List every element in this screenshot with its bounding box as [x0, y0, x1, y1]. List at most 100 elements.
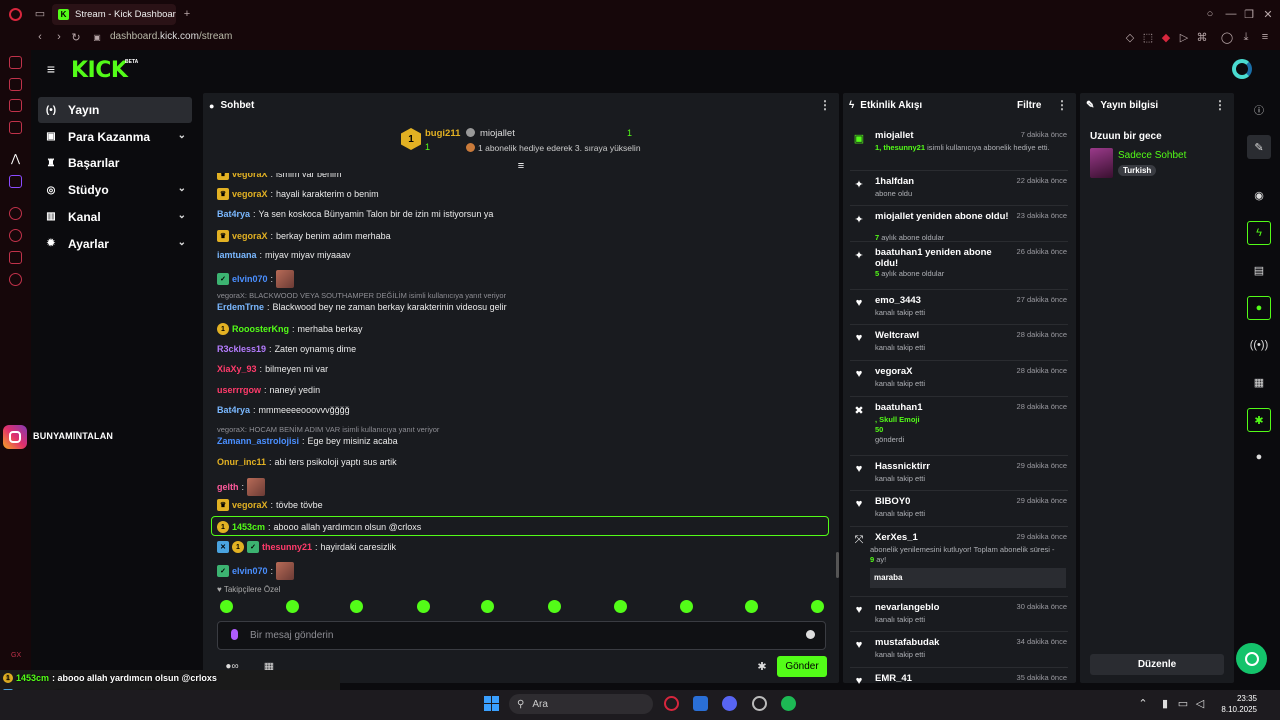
document-icon[interactable]: ▤ [1247, 258, 1271, 282]
profile-icon[interactable]: ◯ [1221, 31, 1233, 44]
chat-username[interactable]: R3ckless19 [217, 344, 266, 354]
broadcast-rail-icon[interactable]: ((•)) [1247, 333, 1271, 357]
nav-item[interactable]: (•) Yayın [38, 97, 192, 123]
chat-username[interactable]: vegoraX [232, 189, 268, 199]
spotify-icon[interactable] [781, 696, 796, 711]
collapse-pinned-icon[interactable]: ≡ [515, 160, 527, 172]
quick-emote[interactable] [350, 600, 363, 613]
search-icon[interactable]: ○ [1204, 8, 1216, 20]
microphone-icon[interactable] [231, 629, 238, 640]
nav-item[interactable]: ▣ Para Kazanma ⌄ [38, 124, 192, 150]
activity-username[interactable]: miojallet yeniden abone oldu! [875, 211, 1015, 222]
activity-username[interactable]: baatuhan1 [875, 402, 1015, 413]
chat-username[interactable]: Bat4rya [217, 405, 250, 415]
chat-options-icon[interactable]: ⋮ [819, 98, 831, 112]
chat-username[interactable]: Onur_inc11 [217, 457, 266, 467]
chat-message[interactable]: Onur_inc11: abi ters psikoloji yaptı sus … [217, 457, 397, 467]
nav-item[interactable]: ▥ Kanal ⌄ [38, 204, 192, 230]
twitch-sidebar-icon[interactable] [9, 175, 22, 188]
chat-username[interactable]: Bat4rya [217, 209, 250, 219]
menu-icon[interactable]: ≡ [1259, 31, 1271, 43]
close-icon[interactable]: ✕ [1262, 8, 1274, 21]
app-taskbar-icon[interactable] [693, 696, 708, 711]
quick-emote[interactable] [614, 600, 627, 613]
chat-message[interactable]: ErdemTrne: Blackwood bey ne zaman berkay … [217, 302, 507, 312]
minimize-icon[interactable]: — [1225, 8, 1237, 20]
kick-logo[interactable]: KICK [71, 58, 128, 83]
kick-sidebar-icon[interactable]: ⋀ [9, 152, 22, 165]
taskbar-search[interactable]: ⚲ Ara [509, 694, 653, 714]
tray-overflow-icon[interactable]: ⌃ [1138, 698, 1148, 710]
activity-username[interactable]: baatuhan1 yeniden abone oldu! [875, 247, 1015, 269]
chat-username[interactable]: ErdemTrne [217, 302, 264, 312]
reload-icon[interactable]: ↻ [70, 31, 82, 44]
users-icon[interactable]: ● [1247, 445, 1271, 469]
url-field[interactable]: dashboard.kick.com/stream [110, 31, 232, 42]
category-name[interactable]: Sadece Sohbet [1118, 150, 1186, 161]
chat-message[interactable]: Bat4rya: mmmeeeeooovvvğğğğ [217, 405, 350, 415]
activity-options-icon[interactable]: ⋮ [1056, 98, 1068, 112]
activity-rail-icon[interactable]: ϟ [1247, 221, 1271, 245]
history-icon[interactable] [9, 229, 22, 242]
activity-username[interactable]: EMR_41 [875, 673, 1015, 684]
activity-username[interactable]: BIBOY0 [875, 496, 1015, 507]
adblock-icon[interactable]: ◆ [1160, 31, 1172, 44]
clock-time[interactable]: 23:35 [1217, 694, 1257, 703]
info-icon[interactable]: ⓘ [1247, 97, 1271, 121]
chat-scrollbar[interactable] [836, 552, 839, 578]
forward-icon[interactable]: › [53, 31, 65, 43]
chat-message[interactable]: gelth: [217, 478, 266, 496]
chat-message[interactable]: ✓ elvin070: [217, 270, 295, 288]
chat-username[interactable]: userrrgow [217, 385, 261, 395]
top-gifter-name[interactable]: bugi211 [425, 128, 460, 139]
quick-emote[interactable] [680, 600, 693, 613]
chat-message[interactable]: iamtuana: miyav miyav miyaaav [217, 250, 351, 260]
nav-item[interactable]: ♜ Başarılar [38, 150, 192, 176]
maximize-icon[interactable]: ❐ [1243, 8, 1255, 21]
chat-message[interactable]: XiaXy_93: bilmeyen mi var [217, 364, 328, 374]
chevron-down-icon[interactable]: ⌄ [178, 183, 186, 194]
downloads-icon[interactable]: ⤓ [1240, 31, 1252, 43]
chat-message[interactable]: ✓ elvin070: [217, 562, 295, 580]
filter-button[interactable]: Filtre [1017, 100, 1041, 111]
hamburger-menu-icon[interactable]: ≡ [44, 61, 58, 77]
sidebar-app-icon[interactable] [9, 78, 22, 91]
activity-username[interactable]: vegoraX [875, 366, 1015, 377]
download-manager-icon[interactable]: ⌘ [1196, 31, 1208, 44]
second-gifter-name[interactable]: miojallet [480, 128, 515, 139]
activity-username[interactable]: nevarlangeblo [875, 602, 1015, 613]
sidebar-app-icon[interactable] [9, 251, 22, 264]
chat-username[interactable]: iamtuana [217, 250, 257, 260]
emoji-picker-icon[interactable] [806, 630, 815, 639]
app-taskbar-icon[interactable] [752, 696, 767, 711]
microphone-tray-icon[interactable]: ▮ [1160, 698, 1170, 710]
edit-rail-icon[interactable]: ✎ [1247, 135, 1271, 159]
quick-emote[interactable] [481, 600, 494, 613]
player-icon[interactable]: ▷ [1178, 31, 1190, 44]
activity-username[interactable]: mustafabudak [875, 637, 1015, 648]
chat-rail-icon[interactable]: ● [1247, 296, 1271, 320]
edit-button[interactable]: Düzenle [1090, 654, 1224, 675]
chat-message[interactable]: userrrgow: naneyi yedin [217, 385, 320, 395]
chevron-down-icon[interactable]: ⌄ [178, 210, 186, 221]
chat-message[interactable]: Zamann_astrolojisi: Ege bey misiniz acaba [217, 436, 398, 446]
chat-username[interactable]: thesunny21 [262, 542, 312, 552]
nav-item[interactable]: ◎ Stüdyo ⌄ [38, 177, 192, 203]
layout-icon[interactable]: ▦ [1247, 370, 1271, 394]
sidebar-app-icon[interactable] [9, 121, 22, 134]
chat-username[interactable]: elvin070 [232, 274, 268, 284]
tools-icon[interactable]: ✱ [1247, 408, 1271, 432]
activity-username[interactable]: 1halfdan [875, 176, 1015, 187]
camera-icon[interactable]: ◉ [1247, 183, 1271, 207]
extension-icon[interactable]: ◇ [1124, 31, 1136, 44]
chevron-down-icon[interactable]: ⌄ [178, 130, 186, 141]
volume-icon[interactable]: ◁ [1195, 698, 1205, 710]
chat-username[interactable]: vegoraX [232, 231, 268, 241]
quick-emote[interactable] [548, 600, 561, 613]
chat-settings-icon[interactable]: ✱ [756, 660, 768, 673]
sidebar-app-icon[interactable] [9, 207, 22, 220]
opera-gx-taskbar-icon[interactable] [664, 696, 679, 711]
chat-message[interactable]: ✕ 1 ✓ thesunny21: hayirdaki caresizlik [217, 541, 396, 553]
quick-emote[interactable] [417, 600, 430, 613]
chat-message[interactable]: Bat4rya: Ya sen koskoca Bünyamin Talon bi… [217, 209, 493, 219]
